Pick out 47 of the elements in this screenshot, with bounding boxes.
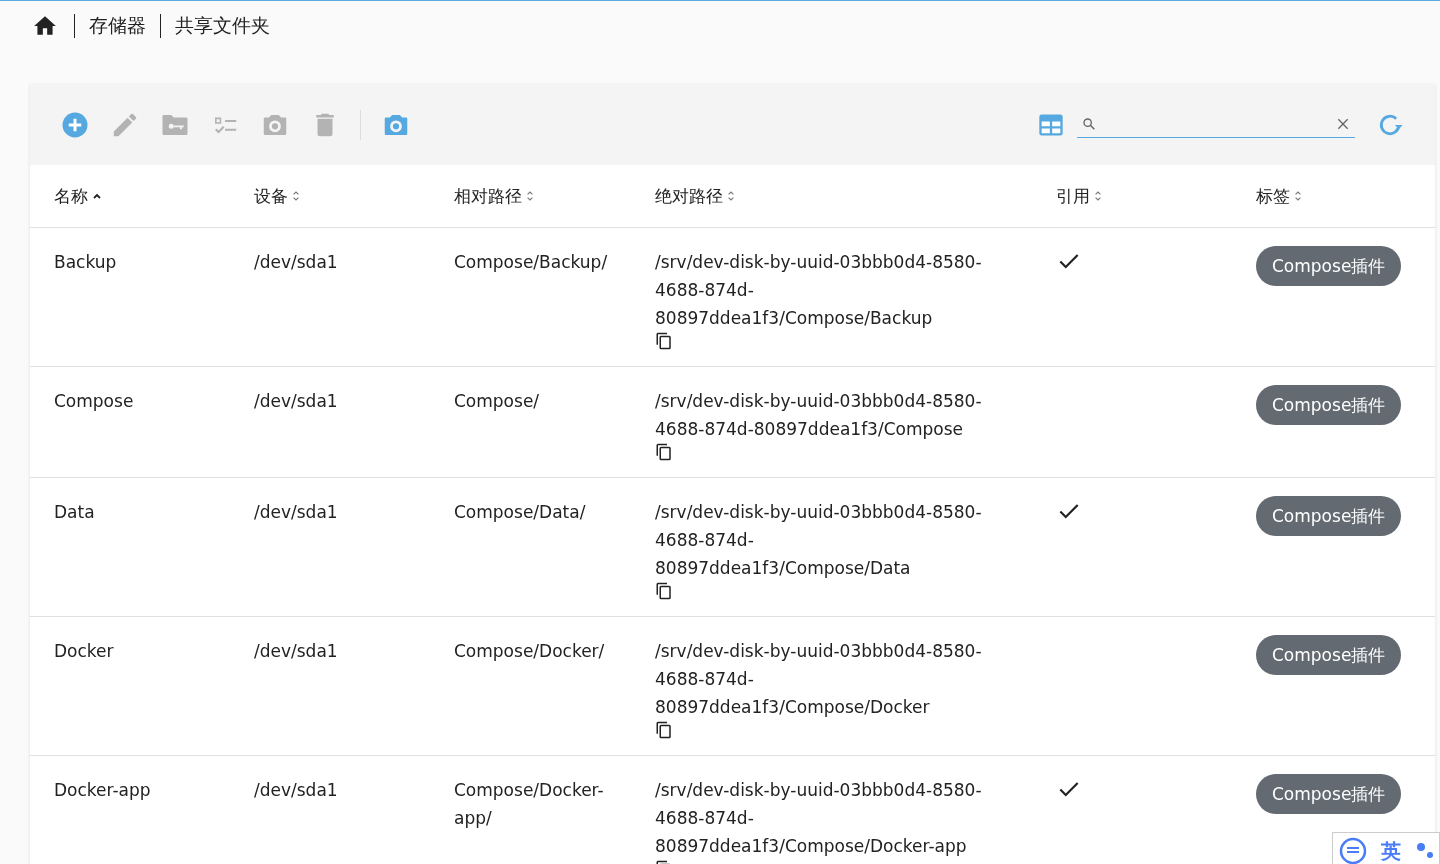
table-cell: Compose/Docker-app/ — [454, 780, 604, 828]
table-cell: Compose — [54, 391, 134, 411]
table-cell: /dev/sda1 — [254, 502, 338, 522]
copy-icon[interactable] — [655, 443, 673, 461]
table-cell: Compose/Docker/ — [454, 641, 605, 661]
table-cell-text: /srv/dev-disk-by-uuid-03bbb0d4-8580-4688-874d-80897ddea1f3/Compose — [655, 390, 983, 441]
table-cell: Compose/ — [454, 391, 540, 411]
table-cell: Compose/Backup/ — [454, 252, 608, 272]
column-header[interactable]: 设备 — [254, 184, 288, 208]
table-cell-text: /srv/dev-disk-by-uuid-03bbb0d4-8580-4688-874d-80897ddea1f3/Compose/Docker-app — [655, 779, 983, 858]
close-icon[interactable] — [1335, 116, 1351, 132]
table-cell-text: /srv/dev-disk-by-uuid-03bbb0d4-8580-4688-874d-80897ddea1f3/Compose/Data — [655, 501, 983, 580]
table-cell: Backup — [54, 252, 117, 272]
input-mode-label[interactable]: 英 — [1381, 837, 1401, 864]
table-cell: /dev/sda1 — [254, 780, 338, 800]
table-cell: Docker — [54, 641, 114, 661]
table-cell: /dev/sda1 — [254, 252, 338, 272]
tag-chip: Compose插件 — [1256, 635, 1402, 675]
tag-chip: Compose插件 — [1256, 496, 1402, 536]
sort-icon[interactable] — [1094, 189, 1102, 203]
copy-icon[interactable] — [655, 582, 673, 600]
column-header[interactable]: 绝对路径 — [655, 184, 723, 208]
table-cell-text: /srv/dev-disk-by-uuid-03bbb0d4-8580-4688-874d-80897ddea1f3/Compose/Docker — [655, 640, 983, 719]
dots-icon[interactable] — [1415, 841, 1435, 861]
copy-icon[interactable] — [655, 721, 673, 739]
table-cell: /dev/sda1 — [254, 391, 338, 411]
table-cell: Compose/Data/ — [454, 502, 586, 522]
tag-chip: Compose插件 — [1256, 774, 1402, 814]
table-cell-text: /srv/dev-disk-by-uuid-03bbb0d4-8580-4688-874d-80897ddea1f3/Compose/Backup — [655, 251, 983, 330]
sort-icon[interactable] — [1294, 189, 1302, 203]
table-cell: /dev/sda1 — [254, 641, 338, 661]
table-cell: Docker-app — [54, 780, 151, 800]
table-cell: Data — [54, 502, 95, 522]
column-header[interactable]: 名称 — [54, 184, 88, 208]
sort-icon[interactable] — [727, 189, 735, 203]
breadcrumb-item[interactable]: 共享文件夹 — [175, 13, 270, 39]
sort-icon[interactable] — [526, 189, 534, 203]
sort-icon[interactable] — [292, 189, 300, 203]
search-icon — [1081, 116, 1097, 132]
column-header[interactable]: 标签 — [1256, 184, 1290, 208]
copy-icon[interactable] — [655, 332, 673, 350]
column-header[interactable]: 相对路径 — [454, 184, 522, 208]
sort-ascending-icon[interactable] — [92, 191, 102, 201]
breadcrumb-item[interactable]: 存储器 — [89, 13, 146, 39]
tag-chip: Compose插件 — [1256, 246, 1402, 286]
column-header[interactable]: 引用 — [1056, 184, 1090, 208]
tag-chip: Compose插件 — [1256, 385, 1402, 425]
